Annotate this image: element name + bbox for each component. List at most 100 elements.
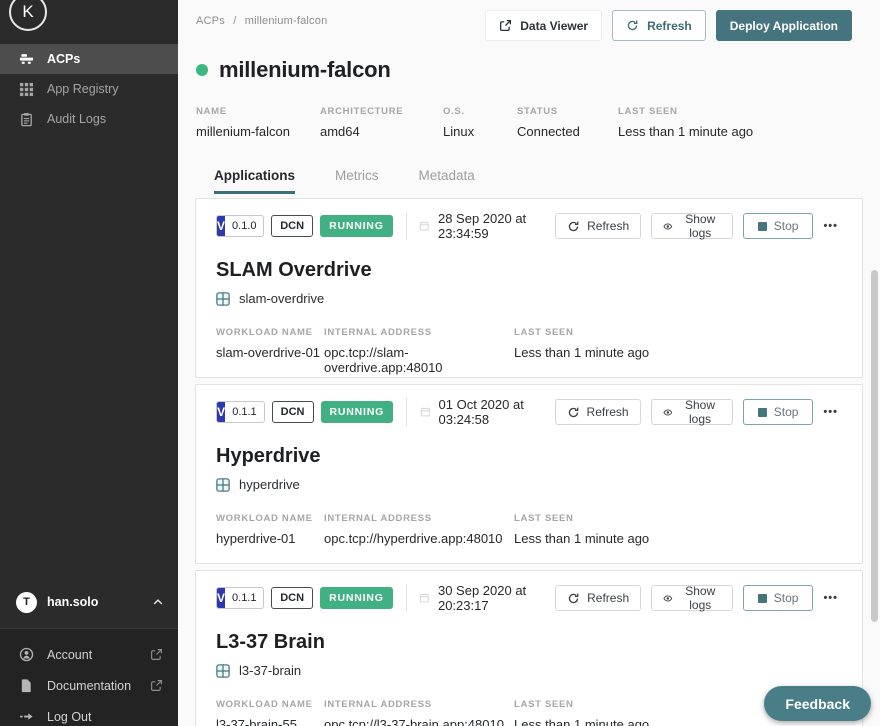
document-icon (19, 678, 34, 693)
breadcrumb-current: millenium-falcon (245, 15, 328, 27)
app-grid-icon (216, 664, 230, 678)
app-grid-icon (216, 478, 230, 492)
external-link-icon (150, 648, 163, 661)
card-header: V 0.1.1 DCN RUNNING 01 Oct 2020 at 03:24… (216, 397, 842, 427)
show-logs-button[interactable]: Show logs (651, 399, 733, 425)
sidebar-item-label: Audit Logs (47, 112, 106, 126)
vertical-divider (406, 212, 407, 240)
refresh-button[interactable]: Refresh (612, 10, 706, 41)
status-badge: RUNNING (320, 587, 393, 609)
stop-button[interactable]: Stop (743, 213, 814, 239)
application-title: L3-37 Brain (216, 631, 842, 654)
field-workload-name: WORKLOAD NAME hyperdrive-01 (216, 513, 324, 546)
menu-item-documentation[interactable]: Documentation (0, 670, 178, 701)
deployed-date: 01 Oct 2020 at 03:24:58 (420, 397, 545, 427)
application-card: V 0.1.1 DCN RUNNING 01 Oct 2020 at 03:24… (195, 384, 863, 564)
data-viewer-button[interactable]: Data Viewer (485, 10, 602, 41)
more-actions-button[interactable]: ••• (819, 585, 842, 611)
menu-item-log-out[interactable]: Log Out (0, 701, 178, 726)
deployed-date: 28 Sep 2020 at 23:34:59 (419, 211, 545, 241)
chevron-up-icon (152, 596, 164, 608)
acp-meta: NAME millenium-falcon ARCHITECTURE amd64… (196, 106, 880, 139)
deployed-date: 30 Sep 2020 at 20:23:17 (419, 583, 545, 613)
stop-icon (758, 408, 767, 417)
application-id: hyperdrive (216, 477, 842, 492)
application-list: V 0.1.0 DCN RUNNING 28 Sep 2020 at 23:34… (195, 198, 863, 726)
stop-icon (758, 594, 767, 603)
field-workload-name: WORKLOAD NAME slam-overdrive-01 (216, 327, 324, 375)
sidebar-item-app-registry[interactable]: App Registry (0, 74, 178, 104)
eye-icon (663, 220, 673, 233)
meta-name: NAME millenium-falcon (196, 106, 320, 139)
show-logs-button[interactable]: Show logs (651, 585, 733, 611)
user-menu-toggle[interactable]: T han.solo (0, 588, 178, 616)
workload-fields: WORKLOAD NAME hyperdrive-01 INTERNAL ADD… (216, 513, 842, 546)
card-refresh-button[interactable]: Refresh (555, 213, 641, 239)
logout-icon (19, 709, 34, 724)
more-actions-button[interactable]: ••• (819, 399, 842, 425)
version-badge: V 0.1.1 (216, 587, 264, 609)
topbar: ACPs / millenium-falcon Data Viewer Refr… (178, 0, 880, 41)
tab-applications[interactable]: Applications (214, 168, 295, 194)
application-card: V 0.1.0 DCN RUNNING 28 Sep 2020 at 23:34… (195, 198, 863, 378)
calendar-icon (419, 591, 430, 605)
status-dot (196, 64, 208, 76)
type-badge: DCN (272, 401, 314, 423)
page-title: millenium-falcon (219, 57, 391, 83)
tab-metadata[interactable]: Metadata (419, 168, 475, 194)
sidebar-item-acps[interactable]: ACPs (0, 44, 178, 74)
deploy-application-button[interactable]: Deploy Application (716, 10, 852, 41)
app-grid-icon (216, 292, 230, 306)
refresh-icon (567, 406, 580, 419)
refresh-icon (567, 220, 580, 233)
version-number: 0.1.0 (225, 216, 263, 236)
more-actions-button[interactable]: ••• (819, 213, 842, 239)
show-logs-button[interactable]: Show logs (651, 213, 733, 239)
application-title: Hyperdrive (216, 445, 842, 468)
meta-last-seen: LAST SEEN Less than 1 minute ago (618, 106, 753, 139)
tab-metrics[interactable]: Metrics (335, 168, 379, 194)
workload-fields: WORKLOAD NAME l3-37-brain-55 INTERNAL AD… (216, 699, 842, 726)
field-internal-address: INTERNAL ADDRESS opc.tcp://hyperdrive.ap… (324, 513, 514, 546)
tab-bar: Applications Metrics Metadata (214, 168, 880, 194)
card-refresh-button[interactable]: Refresh (555, 399, 641, 425)
main-content: ACPs / millenium-falcon Data Viewer Refr… (178, 0, 880, 726)
application-id: slam-overdrive (216, 291, 842, 306)
application-title: SLAM Overdrive (216, 259, 842, 282)
version-number: 0.1.1 (225, 588, 263, 608)
external-link-icon (150, 679, 163, 692)
sidebar-nav: ACPs App Registry Audit Logs (0, 44, 178, 134)
stop-button[interactable]: Stop (743, 585, 814, 611)
acps-icon (19, 52, 34, 67)
application-id-text: hyperdrive (239, 477, 300, 492)
card-header: V 0.1.1 DCN RUNNING 30 Sep 2020 at 20:23… (216, 583, 842, 613)
sidebar-item-label: App Registry (47, 82, 119, 96)
field-workload-name: WORKLOAD NAME l3-37-brain-55 (216, 699, 324, 726)
field-last-seen: LAST SEEN Less than 1 minute ago (514, 327, 649, 375)
meta-architecture: ARCHITECTURE amd64 (320, 106, 443, 139)
stop-button[interactable]: Stop (743, 399, 814, 425)
sidebar-item-label: ACPs (47, 52, 80, 66)
application-id-text: l3-37-brain (239, 663, 301, 678)
app-logo: K (9, 0, 47, 31)
card-refresh-button[interactable]: Refresh (555, 585, 641, 611)
acp-title-row: millenium-falcon (196, 57, 880, 83)
breadcrumb-acps[interactable]: ACPs (196, 15, 225, 27)
feedback-button[interactable]: Feedback (764, 686, 871, 721)
eye-icon (663, 592, 673, 605)
meta-status: STATUS Connected (517, 106, 618, 139)
application-card: V 0.1.1 DCN RUNNING 30 Sep 2020 at 20:23… (195, 570, 863, 726)
version-badge: V 0.1.1 (216, 401, 265, 423)
account-icon (19, 647, 34, 662)
type-badge: DCN (271, 587, 313, 609)
menu-item-account[interactable]: Account (0, 639, 178, 670)
user-menu: Account Documentation Log Out (0, 628, 178, 726)
scrollbar-thumb[interactable] (871, 270, 878, 622)
sidebar-item-audit-logs[interactable]: Audit Logs (0, 104, 178, 134)
meta-os: O.S. Linux (443, 106, 517, 139)
breadcrumb: ACPs / millenium-falcon (196, 15, 327, 27)
refresh-icon (626, 19, 639, 32)
application-id-text: slam-overdrive (239, 291, 324, 306)
type-badge: DCN (271, 215, 313, 237)
vertical-divider (406, 398, 407, 426)
